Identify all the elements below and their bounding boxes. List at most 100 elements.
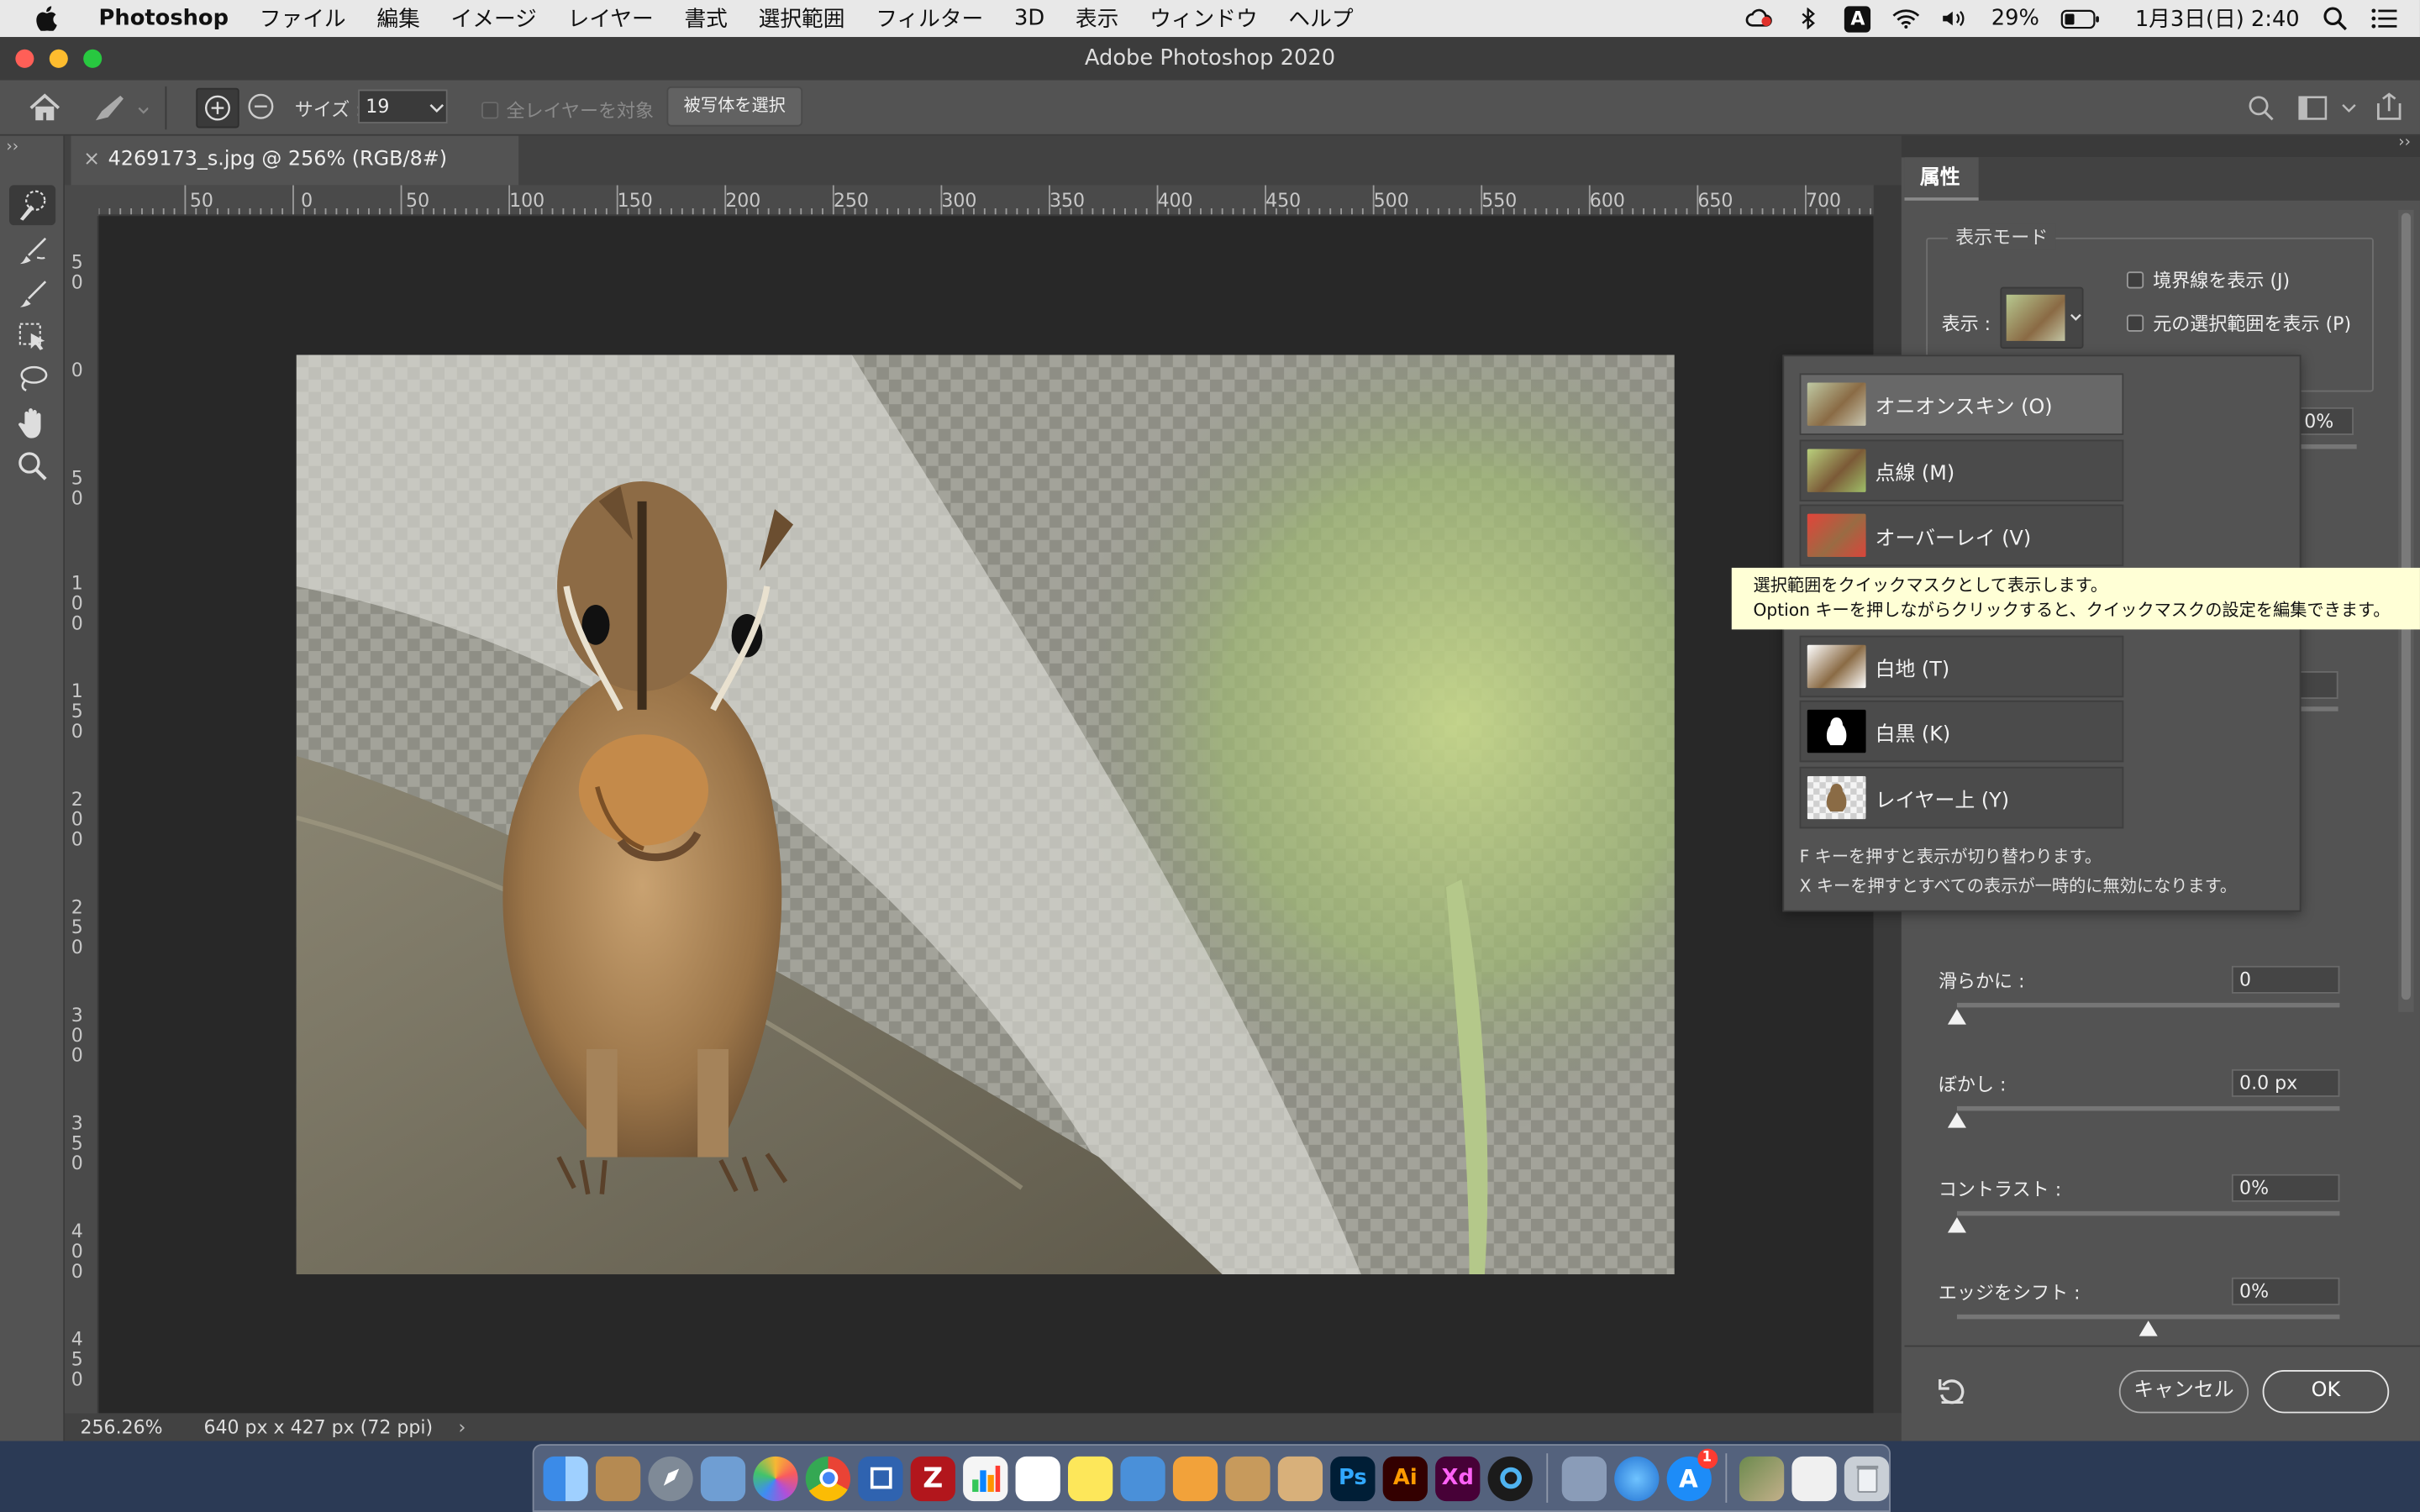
transparency-value-field[interactable]: 0% (2297, 407, 2354, 435)
smooth-input[interactable]: 0 (2231, 965, 2340, 994)
ok-button[interactable]: OK (2262, 1369, 2390, 1414)
zoom-window-button[interactable] (83, 49, 103, 68)
contrast-slider-track[interactable] (1956, 1210, 2340, 1216)
stickies-icon[interactable] (1067, 1455, 1113, 1501)
spotlight-search-icon[interactable] (2321, 7, 2349, 31)
box-icon[interactable] (1277, 1455, 1323, 1501)
menu-edit[interactable]: 編集 (361, 3, 435, 34)
feather-slider-thumb[interactable] (1947, 1112, 1966, 1128)
contrast-input[interactable]: 0% (2231, 1173, 2340, 1202)
menu-image[interactable]: イメージ (435, 3, 552, 34)
smooth-slider-thumb[interactable] (1947, 1009, 1966, 1025)
numbers-icon[interactable] (963, 1455, 1008, 1501)
menu-window[interactable]: ウィンドウ (1134, 3, 1273, 34)
view-option-marching-ants[interactable]: 点線 (M) (1799, 439, 2124, 501)
menu-help[interactable]: ヘルプ (1273, 3, 1369, 34)
share-icon[interactable] (2374, 91, 2405, 122)
show-edge-checkbox[interactable]: 境界線を表示 (J) (2126, 267, 2290, 293)
photos-icon[interactable] (753, 1455, 798, 1501)
volume-icon[interactable] (1942, 8, 1970, 29)
sample-all-layers-checkbox[interactable]: 全レイヤーを対象 (481, 97, 654, 123)
menu-file[interactable]: ファイル (244, 3, 361, 34)
view-option-black-white[interactable]: 白黒 (K) (1799, 700, 2124, 763)
add-to-selection-icon[interactable] (196, 87, 239, 129)
feather-slider-track[interactable] (1956, 1105, 2340, 1111)
filezilla-icon[interactable]: Z (910, 1455, 955, 1501)
show-original-checkbox[interactable]: 元の選択範囲を表示 (P) (2126, 310, 2351, 336)
finder-icon[interactable] (543, 1455, 588, 1501)
docs-icon[interactable] (1791, 1455, 1837, 1501)
subtract-from-selection-icon[interactable] (247, 92, 275, 120)
status-menu-chevron-icon[interactable]: › (458, 1413, 466, 1441)
menu-filter[interactable]: フィルター (860, 3, 999, 34)
menu-3d[interactable]: 3D (999, 6, 1060, 30)
refine-edge-brush-icon[interactable] (9, 230, 55, 270)
preview-icon[interactable] (700, 1455, 746, 1501)
view-option-on-layers[interactable]: レイヤー上 (Y) (1799, 766, 2124, 829)
trash-icon[interactable] (1844, 1455, 1890, 1501)
tab-properties[interactable]: 属性 (1904, 157, 1979, 201)
menu-select[interactable]: 選択範囲 (743, 3, 860, 34)
apple-menu-icon[interactable] (34, 6, 58, 31)
shift-edge-input[interactable]: 0% (2231, 1277, 2340, 1305)
hidden-slider-track[interactable] (2297, 706, 2338, 711)
remote-icon[interactable] (858, 1455, 903, 1501)
close-document-icon[interactable]: × (83, 136, 100, 186)
menu-view[interactable]: 表示 (1060, 3, 1134, 34)
search-icon[interactable] (2247, 94, 2275, 122)
battery-icon[interactable] (2061, 8, 2102, 29)
object-selection-tool-icon[interactable] (9, 317, 55, 357)
view-option-overlay[interactable]: オーバーレイ (V) (1799, 504, 2124, 567)
minimize-window-button[interactable] (49, 49, 68, 68)
horizontal-ruler[interactable]: 50 0 50 100 150 200 250 300 350 400 450 … (98, 185, 1874, 217)
document-canvas[interactable] (98, 216, 1874, 1414)
input-source-icon[interactable]: A (1844, 5, 1871, 32)
archive-icon[interactable] (1225, 1455, 1270, 1501)
vertical-ruler[interactable]: 5 0 0 5 0 1 0 0 1 5 0 2 0 0 2 5 0 3 0 0 … (65, 216, 99, 1414)
quicktime-icon[interactable] (1487, 1455, 1533, 1501)
size-dropdown-chevron-icon[interactable] (429, 97, 448, 119)
cancel-button[interactable]: キャンセル (2118, 1369, 2249, 1414)
shift-edge-slider-thumb[interactable] (2139, 1320, 2158, 1336)
panel-collapse-icon[interactable]: ›› (2398, 134, 2411, 151)
notes-icon[interactable] (595, 1455, 641, 1501)
quick-selection-tool-icon[interactable] (9, 185, 56, 226)
tool-preset-picker[interactable] (87, 86, 167, 130)
launchpad-icon[interactable] (648, 1455, 693, 1501)
view-option-on-white[interactable]: 白地 (T) (1799, 635, 2124, 698)
photoshop-icon[interactable]: Ps (1330, 1455, 1376, 1501)
reminders-icon[interactable] (1015, 1455, 1060, 1501)
creative-cloud-icon[interactable] (1746, 8, 1774, 29)
zoom-level[interactable]: 256.26% (81, 1413, 163, 1441)
smooth-slider-track[interactable] (1956, 1002, 2340, 1008)
wifi-icon[interactable] (1892, 8, 1920, 29)
chrome-icon[interactable] (805, 1455, 851, 1501)
document-tab[interactable]: × 4269173_s.jpg @ 256% (RGB/8#) (71, 135, 519, 186)
hidden-field[interactable] (2297, 670, 2338, 700)
toolbar-collapse-icon[interactable]: ›› (6, 139, 18, 155)
image-capture-icon[interactable] (1560, 1455, 1607, 1501)
view-option-onion-skin[interactable]: オニオンスキン (O) (1799, 373, 2124, 435)
appstore-icon[interactable]: A 1 (1665, 1447, 1718, 1501)
view-mode-dropdown[interactable] (2000, 286, 2084, 349)
transparency-slider-track[interactable] (2297, 444, 2357, 449)
bluetooth-icon[interactable] (1796, 8, 1823, 29)
brush-tool-icon[interactable] (9, 273, 55, 313)
clock[interactable]: 1月3日(日) 2:40 (2135, 3, 2300, 34)
feather-input[interactable]: 0.0 px (2231, 1068, 2340, 1097)
hand-tool-icon[interactable] (9, 402, 55, 443)
select-subject-button[interactable]: 被写体を選択 (666, 86, 803, 127)
contrast-slider-thumb[interactable] (1947, 1217, 1966, 1233)
xd-icon[interactable]: Xd (1435, 1455, 1481, 1501)
network-icon[interactable] (1613, 1455, 1659, 1501)
reset-icon[interactable] (1935, 1374, 1969, 1413)
zoom-tool-icon[interactable] (9, 446, 55, 486)
workspace-icon[interactable] (2298, 96, 2357, 120)
notification-center-icon[interactable] (2370, 8, 2398, 29)
menu-layer[interactable]: レイヤー (552, 3, 669, 34)
gallery-icon[interactable] (1739, 1455, 1785, 1501)
pages-icon[interactable] (1172, 1455, 1218, 1501)
illustrator-icon[interactable]: Ai (1382, 1455, 1428, 1501)
document-dimensions[interactable]: 640 px x 427 px (72 ppi) (203, 1413, 433, 1441)
menu-type[interactable]: 書式 (669, 3, 743, 34)
